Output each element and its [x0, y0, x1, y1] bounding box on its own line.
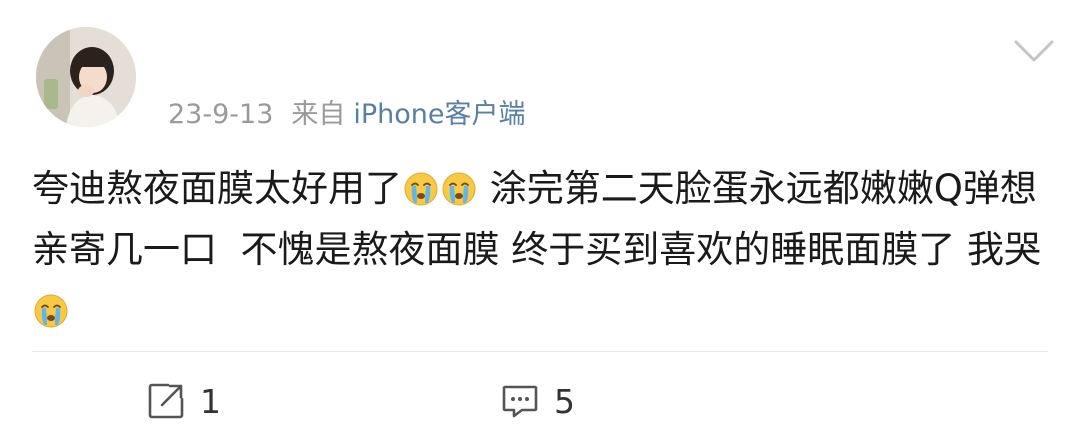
crying-emoji-icon — [441, 164, 477, 206]
comment-count: 5 — [554, 381, 575, 421]
post-source[interactable]: iPhone客户端 — [353, 99, 525, 130]
avatar-image — [36, 27, 136, 127]
post-text: 夸迪熬夜面膜太好用了 涂完第二天脸蛋永远都嫩嫩Q弹想亲寄几一口 不愧是熬夜面膜 … — [32, 158, 1052, 341]
avatar[interactable] — [36, 27, 136, 127]
crying-emoji-icon — [403, 164, 439, 206]
divider — [32, 351, 1048, 352]
comment-icon — [502, 385, 538, 418]
post-text-segment: 夸迪熬夜面膜太好用了 — [32, 167, 402, 210]
comment-button[interactable]: 5 — [500, 378, 575, 424]
post-date: 23-9-13 — [168, 99, 274, 130]
source-prefix: 来自 — [291, 99, 346, 130]
post-meta: 23-9-13 来自 iPhone客户端 — [168, 92, 526, 131]
chevron-down-icon[interactable] — [1012, 36, 1056, 66]
repost-count: 1 — [200, 381, 221, 421]
repost-icon — [148, 383, 184, 419]
repost-button[interactable]: 1 — [146, 378, 221, 424]
crying-emoji-icon — [33, 286, 69, 328]
